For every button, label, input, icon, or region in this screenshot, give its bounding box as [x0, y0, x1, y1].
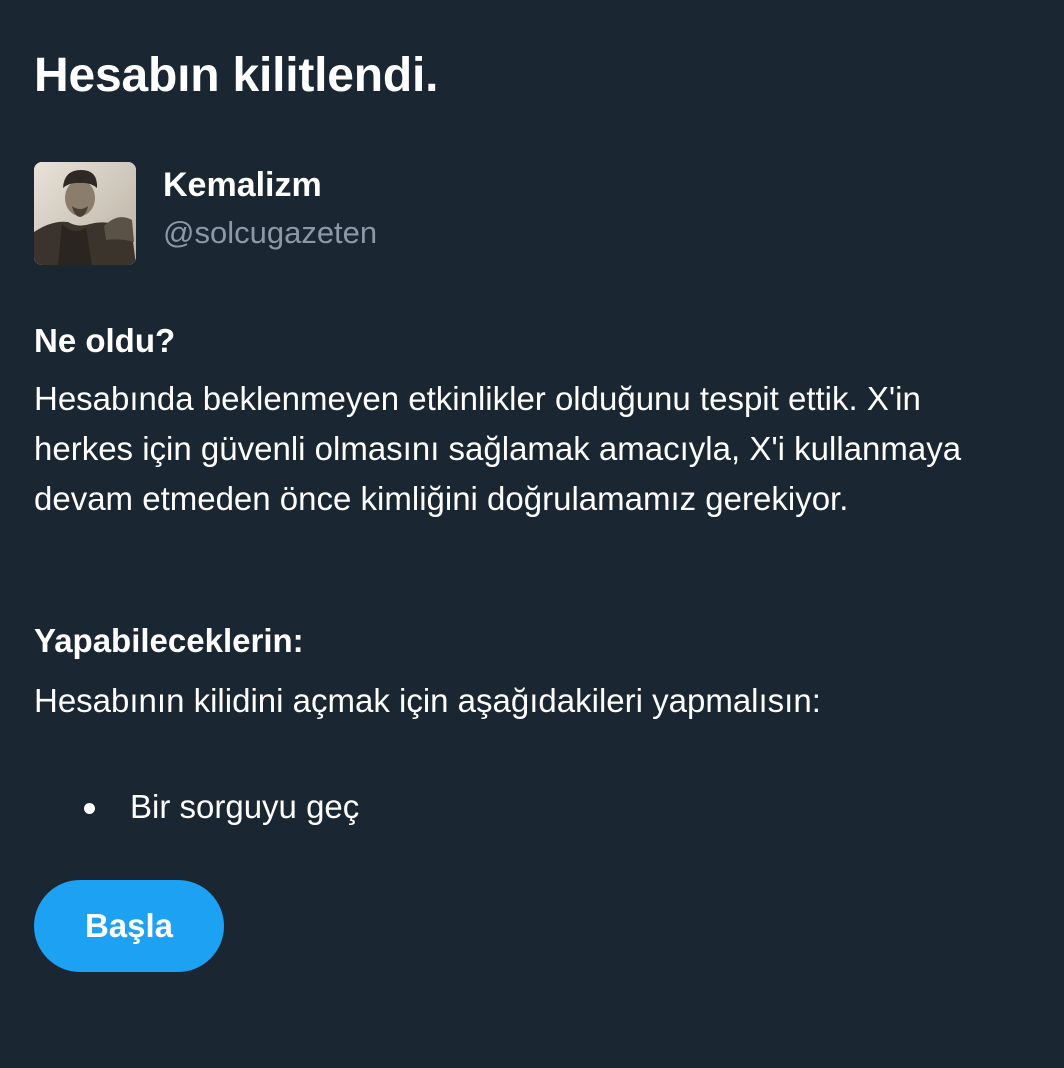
- what-you-can-do-heading: Yapabileceklerin:: [34, 622, 304, 659]
- what-happened-text: Hesabında beklenmeyen etkinlikler olduğu…: [34, 380, 962, 517]
- account-name: Kemalizm: [163, 166, 322, 204]
- account-card: Kemalizm @solcugazeten: [34, 162, 634, 266]
- step-label: Bir sorguyu geç: [130, 788, 360, 825]
- page-title: Hesabın kilitlendi.: [34, 49, 439, 102]
- bullet-icon: [84, 803, 95, 814]
- what-happened-heading: Ne oldu?: [34, 322, 176, 359]
- avatar: [34, 162, 136, 265]
- account-handle: @solcugazeten: [163, 215, 378, 250]
- what-you-can-do-text: Hesabının kilidini açmak için aşağıdakil…: [34, 682, 821, 719]
- start-button[interactable]: Başla: [34, 880, 224, 972]
- avatar-photo: [34, 162, 136, 265]
